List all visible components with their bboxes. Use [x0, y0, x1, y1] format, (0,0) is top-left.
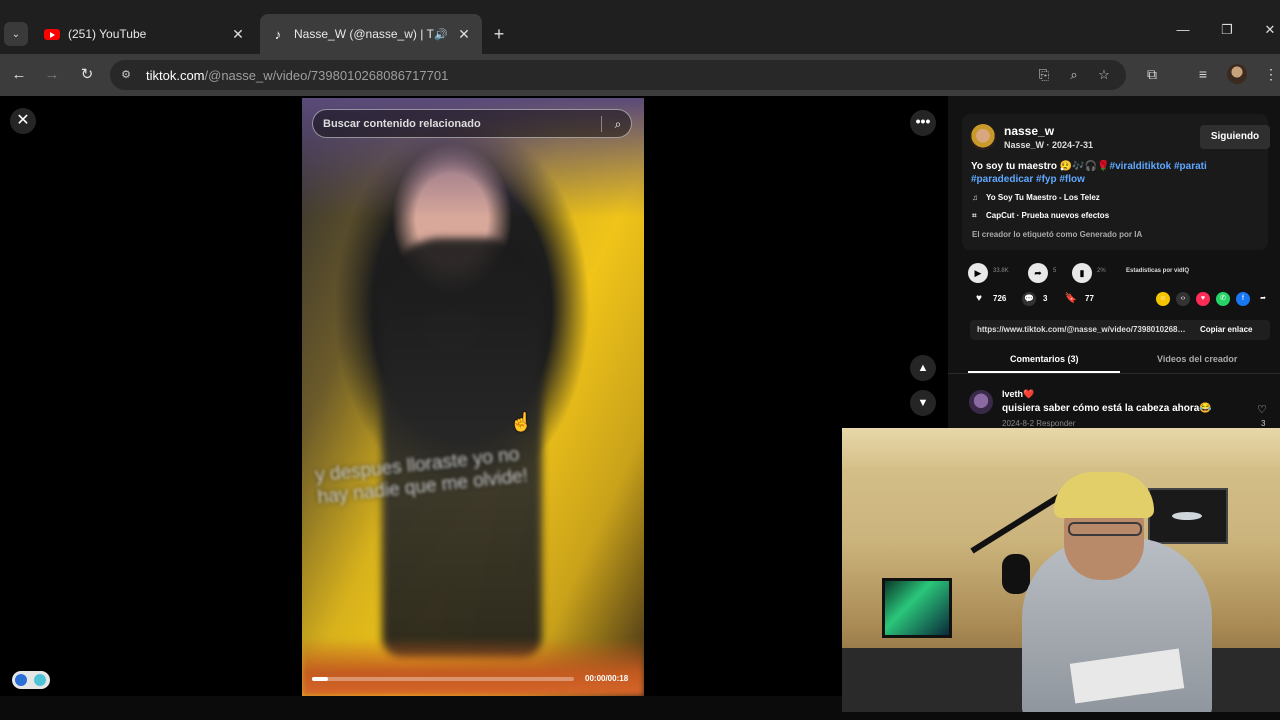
extensions-icon[interactable]: ⧉ — [1142, 64, 1162, 84]
tab-close-icon[interactable]: ✕ — [456, 26, 472, 43]
search-placeholder: Buscar contenido relacionado — [323, 118, 481, 130]
views-count: 33.8K — [993, 268, 1009, 274]
minimize-button[interactable]: — — [1169, 22, 1197, 37]
menu-kebab-icon[interactable]: ⋮ — [1261, 64, 1280, 84]
user-subline: Nasse_W · 2024-7-31 — [1004, 140, 1094, 150]
sound-link[interactable]: ♫ Yo Soy Tu Maestro - Los Telez — [972, 193, 1100, 202]
zoom-icon[interactable]: ⌕ — [1066, 67, 1082, 83]
reload-button[interactable]: ↻ — [76, 64, 98, 86]
capcut-icon: ⌗ — [972, 211, 977, 220]
comment-icon[interactable]: 💬 — [1022, 292, 1036, 306]
speaker-icon[interactable]: 🔊 — [434, 28, 450, 41]
stats-icon: ▮ — [1072, 263, 1092, 283]
embed-icon[interactable]: ‹› — [1176, 292, 1190, 306]
active-tab-indicator — [968, 371, 1120, 373]
tab-close-icon[interactable]: ✕ — [230, 26, 246, 43]
install-app-icon[interactable]: ⎘ — [1036, 67, 1052, 83]
share-link-url[interactable]: https://www.tiktok.com/@nasse_w/video/73… — [977, 325, 1189, 334]
hand-cursor-icon: ☝ — [510, 412, 533, 432]
tab-search-button[interactable]: ⌄ — [4, 22, 28, 46]
extension-badge[interactable] — [12, 671, 50, 689]
comment-meta[interactable]: 2024-8-2 Responder — [1002, 419, 1075, 428]
new-tab-button[interactable]: + — [488, 24, 510, 44]
comment-like-icon[interactable]: ♡ — [1257, 403, 1267, 416]
music-note-icon: ♫ — [972, 193, 978, 202]
vidiq-stats-label[interactable]: Estadísticas por vidIQ — [1126, 268, 1189, 274]
capcut-link[interactable]: ⌗ CapCut · Prueba nuevos efectos — [972, 211, 1109, 221]
video-progress-bar[interactable] — [312, 677, 574, 681]
avatar[interactable] — [970, 124, 996, 150]
next-video-button[interactable]: ▼ — [910, 390, 936, 416]
repost-icon[interactable]: ♥ — [1196, 292, 1210, 306]
more-options-button[interactable]: ••• — [910, 110, 936, 136]
media-control-icon[interactable]: ≡ — [1193, 64, 1213, 84]
forward-button[interactable]: → — [41, 64, 63, 86]
following-button[interactable]: Siguiendo — [1200, 125, 1270, 149]
close-player-button[interactable]: ✕ — [10, 108, 36, 134]
comments-count: 3 — [1043, 294, 1048, 303]
video-time: 00:00/00:18 — [585, 674, 629, 683]
username[interactable]: nasse_w — [1004, 124, 1054, 138]
toolbar: ← → ↻ ⚙ tiktok.com/@nasse_w/video/739801… — [0, 54, 1280, 96]
tab-creator-videos[interactable]: Videos del creador — [1157, 354, 1237, 364]
bookmark-icon[interactable]: 🔖 — [1064, 292, 1078, 306]
tab-comments[interactable]: Comentarios (3) — [1010, 354, 1079, 364]
webcam-overlay — [842, 428, 1280, 712]
related-search-input[interactable]: Buscar contenido relacionado ⌕ — [312, 109, 632, 138]
restore-button[interactable]: ❐ — [1213, 22, 1241, 38]
profile-avatar[interactable] — [1227, 64, 1247, 84]
tab-title: (251) YouTube — [68, 27, 147, 41]
site-info-icon[interactable]: ⚙ — [118, 67, 134, 83]
caption: Yo soy tu maestro 😮‍💨🎶🎧🌹#viralditiktok #… — [971, 161, 1207, 185]
ai-generated-label: El creador lo etiquetó como Generado por… — [972, 230, 1143, 239]
search-icon[interactable]: ⌕ — [609, 115, 627, 133]
likes-count: 726 — [993, 294, 1007, 303]
window-close-button[interactable]: ✕ — [1256, 22, 1280, 38]
bookmark-star-icon[interactable]: ☆ — [1096, 67, 1112, 83]
facebook-icon[interactable]: f — [1236, 292, 1250, 306]
play-icon: ▶ — [968, 263, 988, 283]
coin-icon[interactable]: ☺ — [1156, 292, 1170, 306]
heart-icon[interactable]: ♥ — [972, 292, 986, 306]
comment-text: quisiera saber cómo está la cabeza ahora… — [1002, 403, 1212, 414]
tiktok-icon: ♪ — [274, 26, 282, 42]
tab-tiktok[interactable]: ♪ Nasse_W (@nasse_w) | TikTok 🔊 ✕ — [260, 14, 482, 54]
chevron-down-icon: ⌄ — [11, 28, 21, 40]
comment-avatar[interactable] — [969, 390, 993, 414]
address-bar[interactable]: ⚙ tiktok.com/@nasse_w/video/739801026808… — [110, 60, 1126, 90]
comment-author[interactable]: Iveth❤️ — [1002, 389, 1034, 400]
comment-like-count: 3 — [1261, 419, 1266, 428]
video-player[interactable]: y despues lloraste yo no hay nadie que m… — [302, 98, 644, 696]
tab-youtube[interactable]: (251) YouTube ✕ — [34, 14, 256, 54]
engagement-rate: 2% — [1097, 268, 1106, 274]
previous-video-button[interactable]: ▲ — [910, 355, 936, 381]
back-button[interactable]: ← — [8, 64, 30, 86]
whatsapp-icon[interactable]: ✆ — [1216, 292, 1230, 306]
share-arrow-icon[interactable]: ➦ — [1256, 292, 1270, 306]
url-text[interactable]: tiktok.com/@nasse_w/video/73980102680867… — [146, 68, 448, 83]
saves-count: 77 — [1085, 294, 1094, 303]
tab-title: Nasse_W (@nasse_w) | TikTok — [294, 27, 434, 41]
copy-link-button[interactable]: Copiar enlace — [1200, 325, 1252, 334]
share-arrow-icon: ➦ — [1028, 263, 1048, 283]
shares-count: 5 — [1053, 268, 1057, 274]
youtube-icon — [44, 26, 60, 42]
